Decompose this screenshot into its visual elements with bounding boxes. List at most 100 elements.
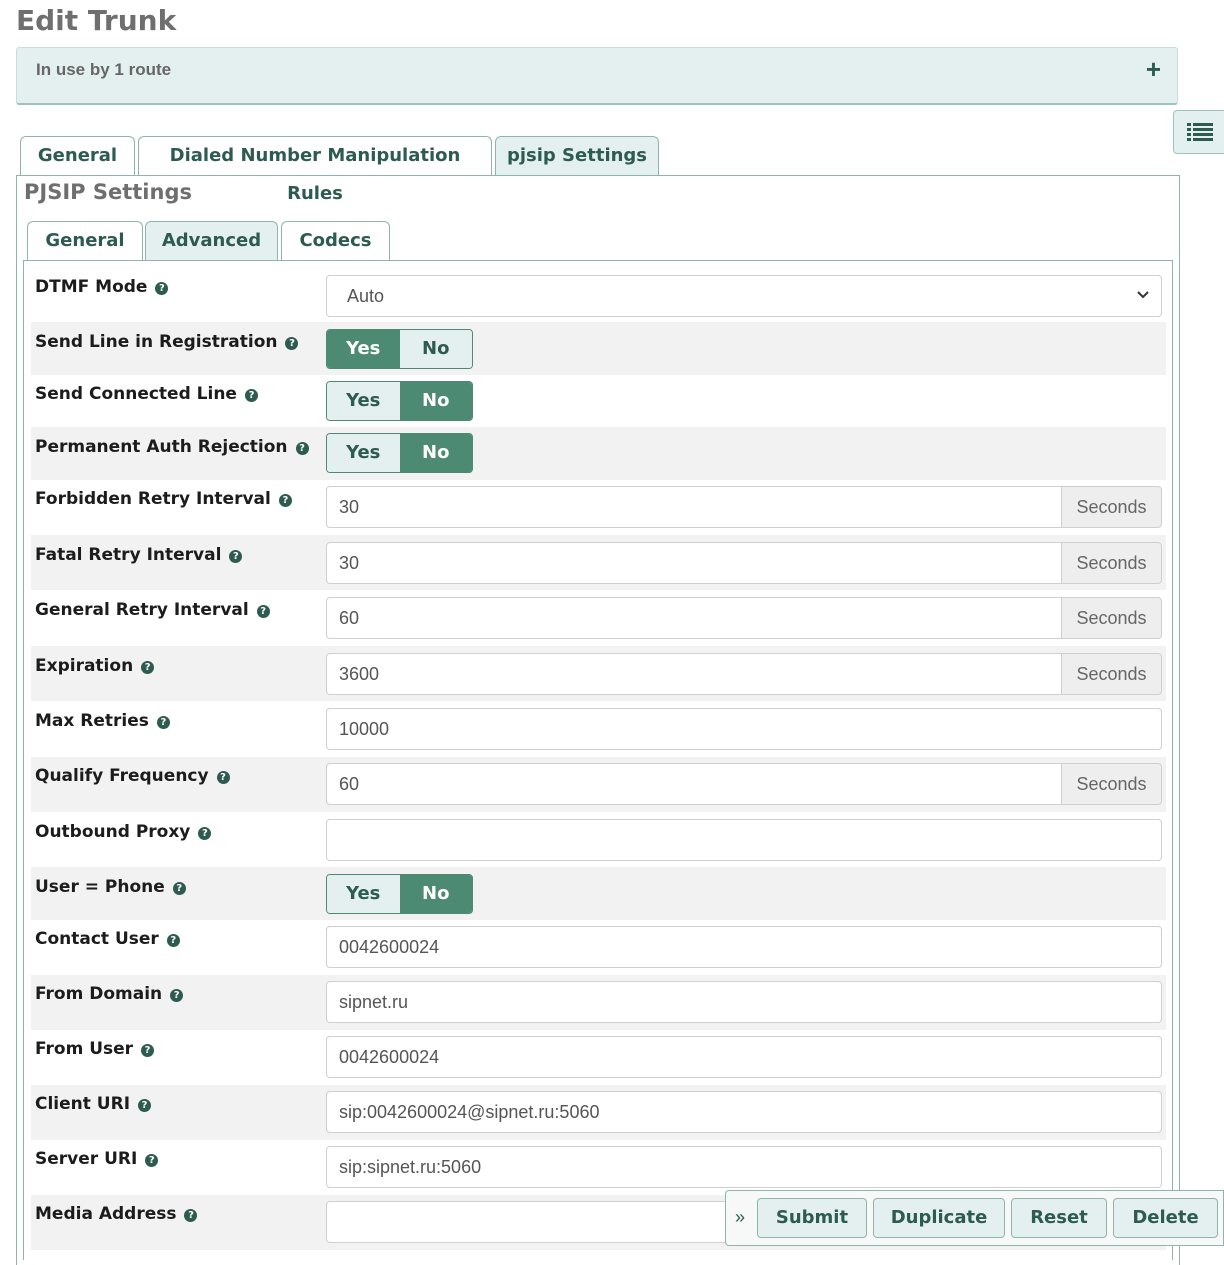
field-label: Fatal Retry Interval? (35, 545, 243, 565)
field-label: User = Phone? (35, 877, 186, 897)
form-row-dtmf-mode: DTMF Mode? Auto (31, 268, 1166, 320)
form-row-from-user: From User? 0042600024 (31, 1030, 1166, 1085)
toggle-no-option[interactable]: No (399, 434, 472, 472)
client-uri-input[interactable]: sip:0042600024@sipnet.ru:5060 (326, 1091, 1162, 1133)
seconds-unit-addon: Seconds (1061, 597, 1162, 639)
help-icon[interactable]: ? (184, 1209, 198, 1222)
form-row-client-uri: Client URI? sip:0042600024@sipnet.ru:506… (31, 1085, 1166, 1140)
field-label: Permanent Auth Rejection? (35, 437, 309, 457)
seconds-unit-addon: Seconds (1061, 486, 1162, 528)
fatal-retry-interval-input[interactable]: 30 (326, 542, 1062, 584)
form-row-contact-user: Contact User? 0042600024 (31, 920, 1166, 975)
permanent-auth-rejection-toggle[interactable]: Yes No (326, 433, 473, 473)
field-label: Qualify Frequency? (35, 766, 230, 786)
form-row-fatal-retry-interval: Fatal Retry Interval? 30 Seconds (31, 535, 1166, 590)
subtab-advanced[interactable]: Advanced (145, 221, 278, 261)
help-icon[interactable]: ? (198, 827, 212, 840)
help-icon[interactable]: ? (278, 494, 292, 507)
expand-plus-icon[interactable]: + (1146, 54, 1161, 85)
seconds-unit-addon: Seconds (1061, 653, 1162, 695)
tab-pjsip-settings[interactable]: pjsip Settings (495, 136, 659, 176)
form-row-send-connected-line: Send Connected Line? Yes No (31, 375, 1166, 427)
duplicate-button[interactable]: Duplicate (873, 1198, 1005, 1238)
field-label: From User? (35, 1039, 155, 1059)
submit-button[interactable]: Submit (757, 1198, 867, 1238)
help-icon[interactable]: ? (138, 1099, 152, 1112)
action-bar: » Submit Duplicate Reset Delete (725, 1190, 1224, 1246)
subtab-general[interactable]: General (27, 221, 143, 261)
form-row-max-retries: Max Retries? 10000 (31, 701, 1166, 757)
chevron-down-icon (1137, 291, 1149, 299)
max-retries-input[interactable]: 10000 (326, 708, 1162, 750)
page-title: Edit Trunk (16, 4, 177, 37)
tab-dialed-number-manipulation-rules[interactable]: Dialed Number Manipulation Rules (138, 136, 492, 204)
help-icon[interactable]: ? (166, 934, 180, 947)
toggle-yes-option[interactable]: Yes (327, 434, 400, 472)
collapse-double-chevron-icon[interactable]: » (735, 1207, 745, 1228)
form-row-forbidden-retry-interval: Forbidden Retry Interval? 30 Seconds (31, 480, 1166, 535)
field-label: Max Retries? (35, 711, 170, 731)
toggle-no-option[interactable]: No (399, 875, 472, 913)
form-row-user-phone: User = Phone? Yes No (31, 867, 1166, 920)
toggle-yes-option[interactable]: Yes (327, 875, 400, 913)
help-icon[interactable]: ? (229, 550, 243, 563)
side-menu-toggle[interactable] (1173, 110, 1224, 154)
help-icon[interactable]: ? (141, 1044, 155, 1057)
expiration-input[interactable]: 3600 (326, 653, 1062, 695)
field-label: Send Connected Line? (35, 384, 258, 404)
tab-general[interactable]: General (20, 136, 135, 176)
help-icon[interactable]: ? (172, 882, 186, 895)
forbidden-retry-interval-input[interactable]: 30 (326, 486, 1062, 528)
dtmf-mode-select[interactable]: Auto (326, 275, 1162, 317)
help-icon[interactable]: ? (256, 605, 270, 618)
route-usage-text: In use by 1 route (36, 60, 172, 79)
form-row-qualify-frequency: Qualify Frequency? 60 Seconds (31, 757, 1166, 812)
form-row-outbound-proxy: Outbound Proxy? (31, 812, 1166, 867)
delete-button[interactable]: Delete (1113, 1198, 1218, 1238)
form-row-from-domain: From Domain? sipnet.ru (31, 975, 1166, 1030)
help-icon[interactable]: ? (285, 337, 299, 350)
toggle-yes-option[interactable]: Yes (327, 382, 400, 420)
help-icon[interactable]: ? (141, 661, 155, 674)
toggle-yes-option[interactable]: Yes (327, 330, 400, 368)
qualify-frequency-input[interactable]: 60 (326, 763, 1062, 805)
section-title: PJSIP Settings (24, 180, 192, 204)
field-label: Expiration? (35, 656, 155, 676)
field-label: Client URI? (35, 1094, 152, 1114)
form-row-server-uri: Server URI? sip:sipnet.ru:5060 (31, 1140, 1166, 1195)
field-label: General Retry Interval? (35, 600, 270, 620)
from-user-input[interactable]: 0042600024 (326, 1036, 1162, 1078)
route-usage-panel: In use by 1 route + (16, 47, 1178, 105)
contact-user-input[interactable]: 0042600024 (326, 926, 1162, 968)
field-label: Media Address? (35, 1204, 198, 1224)
send-connected-line-toggle[interactable]: Yes No (326, 381, 473, 421)
help-icon[interactable]: ? (216, 771, 230, 784)
subtab-codecs[interactable]: Codecs (281, 221, 390, 261)
outbound-proxy-input[interactable] (326, 819, 1162, 861)
seconds-unit-addon: Seconds (1061, 542, 1162, 584)
field-label: Contact User? (35, 929, 180, 949)
help-icon[interactable]: ? (145, 1154, 159, 1167)
help-icon[interactable]: ? (295, 442, 309, 455)
from-domain-input[interactable]: sipnet.ru (326, 981, 1162, 1023)
send-line-toggle[interactable]: Yes No (326, 329, 473, 369)
server-uri-input[interactable]: sip:sipnet.ru:5060 (326, 1146, 1162, 1188)
field-label: Server URI? (35, 1149, 159, 1169)
toggle-no-option[interactable]: No (399, 382, 472, 420)
toggle-no-option[interactable]: No (399, 330, 472, 368)
seconds-unit-addon: Seconds (1061, 763, 1162, 805)
field-label: Forbidden Retry Interval? (35, 489, 292, 509)
general-retry-interval-input[interactable]: 60 (326, 597, 1062, 639)
form-row-expiration: Expiration? 3600 Seconds (31, 646, 1166, 701)
reset-button[interactable]: Reset (1011, 1198, 1107, 1238)
form-row-send-line-in-registration: Send Line in Registration? Yes No (31, 322, 1166, 375)
list-icon (1187, 123, 1213, 141)
help-icon[interactable]: ? (170, 989, 184, 1002)
help-icon[interactable]: ? (244, 389, 258, 402)
form-row-general-retry-interval: General Retry Interval? 60 Seconds (31, 590, 1166, 646)
user-phone-toggle[interactable]: Yes No (326, 874, 473, 914)
help-icon[interactable]: ? (156, 716, 170, 729)
form-row-permanent-auth-rejection: Permanent Auth Rejection? Yes No (31, 427, 1166, 480)
help-icon[interactable]: ? (155, 282, 169, 295)
field-label: From Domain? (35, 984, 184, 1004)
